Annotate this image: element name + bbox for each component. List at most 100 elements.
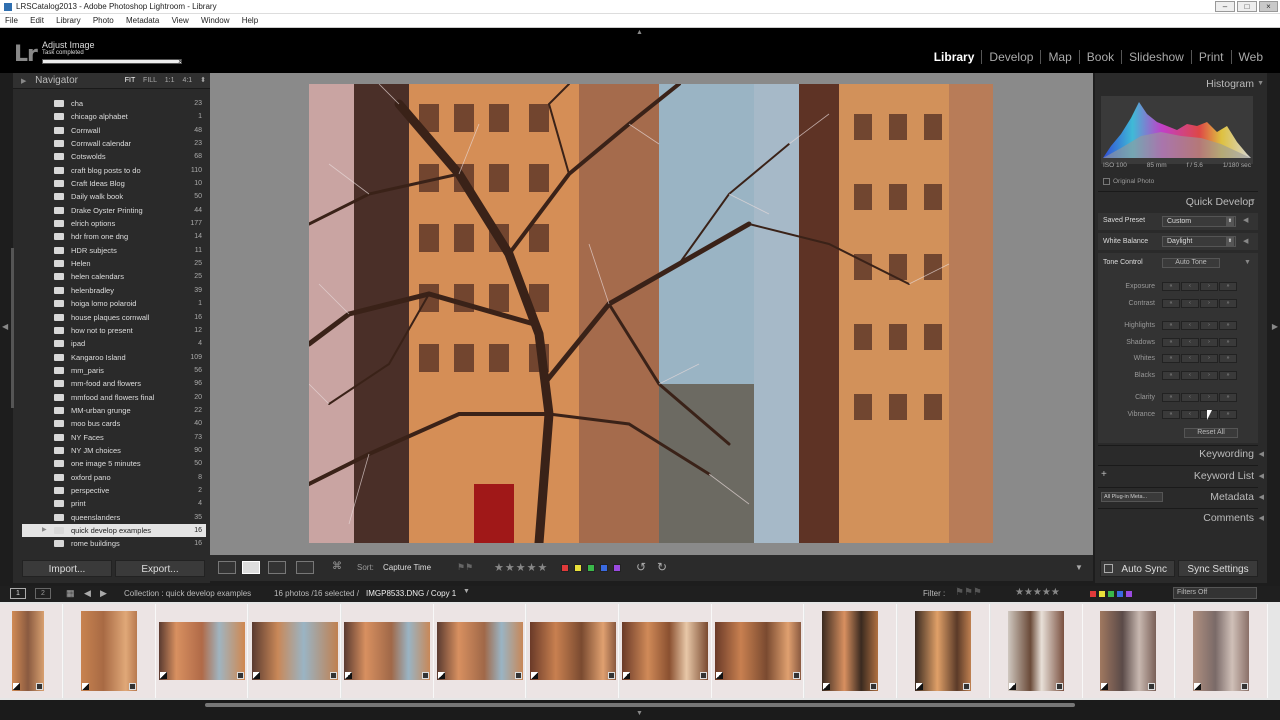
menu-window[interactable]: Window xyxy=(201,16,229,25)
histogram-title[interactable]: Histogram xyxy=(1206,78,1254,90)
main-photo[interactable] xyxy=(309,84,993,543)
color-label-swatch[interactable] xyxy=(600,564,608,572)
increase-small-button[interactable]: › xyxy=(1200,393,1218,402)
checkbox-icon[interactable] xyxy=(1103,178,1110,185)
navigator-header[interactable]: ▶ Navigator FIT FILL 1:1 4:1 ⬍ xyxy=(13,73,210,89)
survey-view-icon[interactable] xyxy=(296,561,314,574)
menu-metadata[interactable]: Metadata xyxy=(126,16,159,25)
filter-flags-icon[interactable]: ⚑⚑⚑ xyxy=(955,587,982,598)
increase-large-button[interactable]: » xyxy=(1219,354,1237,363)
filmstrip-thumbnail[interactable] xyxy=(1008,611,1064,691)
add-keyword-icon[interactable]: + xyxy=(1101,469,1107,480)
menu-photo[interactable]: Photo xyxy=(93,16,114,25)
green-label-icon[interactable] xyxy=(1108,591,1114,597)
collection-row[interactable]: queenslanders 35 xyxy=(22,511,206,524)
color-label-swatch[interactable] xyxy=(587,564,595,572)
keywording-title[interactable]: Keywording xyxy=(1199,448,1254,460)
tone-control-collapse-icon[interactable]: ▼ xyxy=(1244,259,1251,266)
module-develop[interactable]: Develop xyxy=(981,50,1040,64)
collection-row[interactable]: Kangaroo Island 109 xyxy=(22,351,206,364)
decrease-small-button[interactable]: ‹ xyxy=(1181,282,1199,291)
maximize-button[interactable]: □ xyxy=(1237,1,1257,12)
module-slideshow[interactable]: Slideshow xyxy=(1121,50,1191,64)
decrease-small-button[interactable]: ‹ xyxy=(1181,393,1199,402)
filmstrip-thumbnail[interactable] xyxy=(159,622,245,680)
decrease-large-button[interactable]: « xyxy=(1162,338,1180,347)
quick-develop-title[interactable]: Quick Develop xyxy=(1186,196,1254,208)
saved-preset-select[interactable]: Custom ⬍ xyxy=(1162,216,1236,227)
collection-row[interactable]: ipad 4 xyxy=(22,337,206,350)
filename-dropdown-icon[interactable]: ▼ xyxy=(463,588,470,595)
increase-small-button[interactable]: › xyxy=(1200,354,1218,363)
increase-large-button[interactable]: » xyxy=(1219,282,1237,291)
reset-all-button[interactable]: Reset All xyxy=(1184,428,1238,438)
collection-row[interactable]: how not to present 12 xyxy=(22,324,206,337)
increase-large-button[interactable]: » xyxy=(1219,338,1237,347)
comments-expand-icon[interactable]: ◀ xyxy=(1259,514,1264,522)
filmstrip-thumbnail[interactable] xyxy=(915,611,971,691)
module-library[interactable]: Library xyxy=(927,50,982,64)
quick-develop-collapse-icon[interactable]: ▼ xyxy=(1249,198,1256,205)
collection-row[interactable]: mm_paris 56 xyxy=(22,364,206,377)
menu-library[interactable]: Library xyxy=(56,16,80,25)
collection-row[interactable]: Helen 25 xyxy=(22,257,206,270)
decrease-small-button[interactable]: ‹ xyxy=(1181,299,1199,308)
keyword-list-expand-icon[interactable]: ◀ xyxy=(1259,472,1264,480)
collection-row[interactable]: hoiga lomo polaroid 1 xyxy=(22,297,206,310)
auto-sync-button[interactable]: Auto Sync xyxy=(1100,560,1175,577)
increase-small-button[interactable]: › xyxy=(1200,321,1218,330)
collection-row[interactable]: Cornwall 48 xyxy=(22,124,206,137)
decrease-small-button[interactable]: ‹ xyxy=(1181,321,1199,330)
collection-row[interactable]: perspective 2 xyxy=(22,484,206,497)
keyword-list-title[interactable]: Keyword List xyxy=(1194,470,1254,482)
close-window-button[interactable]: × xyxy=(1259,1,1278,12)
compare-view-icon[interactable] xyxy=(268,561,286,574)
decrease-large-button[interactable]: « xyxy=(1162,282,1180,291)
collection-row[interactable]: helen calendars 25 xyxy=(22,270,206,283)
collection-row[interactable]: house plaques cornwall 16 xyxy=(22,311,206,324)
filmstrip-thumbnail[interactable] xyxy=(81,611,137,691)
decrease-large-button[interactable]: « xyxy=(1162,371,1180,380)
yellow-label-icon[interactable] xyxy=(1099,591,1105,597)
zoom-fit[interactable]: FIT xyxy=(125,77,135,84)
collection-row[interactable]: Daily walk book 50 xyxy=(22,190,206,203)
metadata-title[interactable]: Metadata xyxy=(1210,491,1254,503)
menu-view[interactable]: View xyxy=(172,16,189,25)
decrease-small-button[interactable]: ‹ xyxy=(1181,410,1199,419)
increase-small-button[interactable]: › xyxy=(1200,338,1218,347)
filmstrip-thumbnail[interactable] xyxy=(622,622,708,680)
collection-row[interactable]: Craft Ideas Blog 10 xyxy=(22,177,206,190)
collection-row[interactable]: rome buildings 16 xyxy=(22,537,206,550)
collection-row[interactable]: cha 23 xyxy=(22,97,206,110)
rotate-right-icon[interactable]: ↻ xyxy=(657,560,667,574)
minimize-button[interactable]: – xyxy=(1215,1,1235,12)
original-photo-checkbox[interactable]: Original Photo xyxy=(1103,178,1154,185)
zoom-stepper-icon[interactable]: ⬍ xyxy=(200,77,206,84)
painter-icon[interactable]: ⌘ xyxy=(332,561,342,572)
forward-arrow-icon[interactable]: ▶ xyxy=(100,588,107,599)
collection-row[interactable]: HDR subjects 11 xyxy=(22,244,206,257)
increase-large-button[interactable]: » xyxy=(1219,299,1237,308)
module-map[interactable]: Map xyxy=(1040,50,1078,64)
top-panel-toggle-icon[interactable]: ▲ xyxy=(636,29,643,36)
rotate-left-icon[interactable]: ↺ xyxy=(636,560,646,574)
metadata-preset-select[interactable]: All Plug-in Meta... xyxy=(1101,492,1163,502)
collection-row[interactable]: Drake Oyster Printing 44 xyxy=(22,204,206,217)
back-arrow-icon[interactable]: ◀ xyxy=(84,588,91,599)
menu-edit[interactable]: Edit xyxy=(30,16,44,25)
collection-row[interactable]: MM-urban grunge 22 xyxy=(22,404,206,417)
left-panel-scrollbar[interactable] xyxy=(11,248,14,408)
sync-settings-button[interactable]: Sync Settings xyxy=(1178,560,1258,577)
collection-row[interactable]: NY JM choices 90 xyxy=(22,444,206,457)
loupe-view-icon[interactable] xyxy=(242,561,260,574)
cancel-task-icon[interactable]: × xyxy=(178,57,183,66)
decrease-large-button[interactable]: « xyxy=(1162,410,1180,419)
increase-small-button[interactable]: › xyxy=(1200,282,1218,291)
comments-title[interactable]: Comments xyxy=(1203,512,1254,524)
auto-sync-switch-icon[interactable] xyxy=(1104,564,1113,573)
grid-icon[interactable]: ▦ xyxy=(66,588,75,599)
import-button[interactable]: Import... xyxy=(22,560,112,577)
increase-large-button[interactable]: » xyxy=(1219,321,1237,330)
current-filename[interactable]: IMGP8533.DNG / Copy 1 xyxy=(366,589,456,598)
module-book[interactable]: Book xyxy=(1078,50,1121,64)
